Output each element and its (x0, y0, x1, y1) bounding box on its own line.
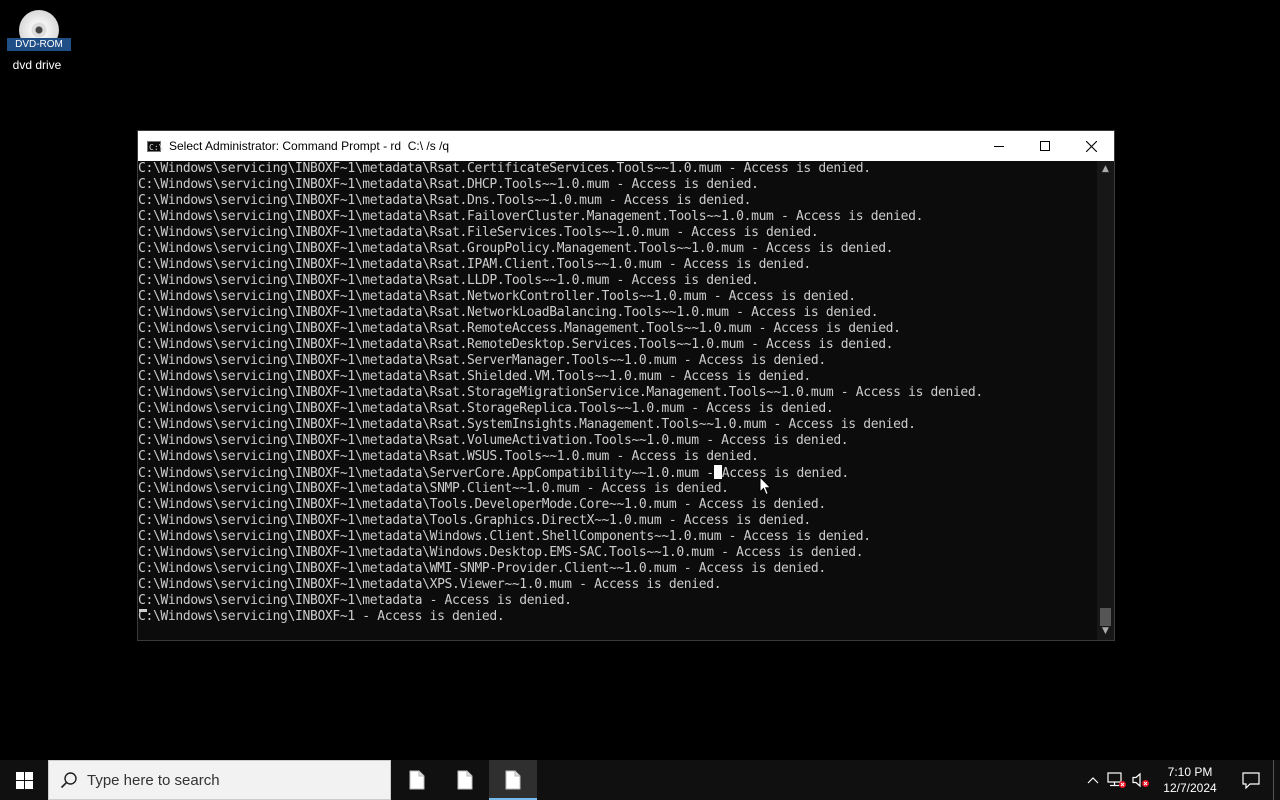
action-center-button[interactable] (1229, 760, 1273, 800)
command-prompt-window[interactable]: C:\ Select Administrator: Command Prompt… (137, 130, 1115, 641)
console-line: C:\Windows\servicing\INBOXF~1\metadata\R… (138, 369, 811, 384)
console-line: C:\Windows\servicing\INBOXF~1\metadata\R… (138, 321, 901, 336)
taskbar-search-box[interactable]: Type here to search (48, 760, 391, 800)
console-line: C:\Windows\servicing\INBOXF~1\metadata\R… (138, 225, 819, 240)
console-line: C:\Windows\servicing\INBOXF~1\metadata\R… (138, 161, 871, 176)
console-output[interactable]: C:\Windows\servicing\INBOXF~1\metadata\R… (138, 161, 1097, 640)
taskbar-app-3-active[interactable] (489, 760, 537, 800)
console-line: C:\Windows\servicing\INBOXF~1\metadata\R… (138, 433, 849, 448)
volume-muted-icon (1132, 772, 1149, 788)
scroll-up-arrow-icon[interactable]: ▲ (1097, 161, 1114, 178)
windows-logo-icon (15, 771, 33, 789)
volume-button[interactable] (1129, 760, 1153, 800)
file-app-icon (457, 770, 473, 790)
console-line: C:\Windows\servicing\INBOXF~1\metadata\R… (138, 289, 856, 304)
network-disconnected-icon (1107, 772, 1126, 788)
console-line: C:\Windows\servicing\INBOXF~1\metadata\R… (138, 337, 894, 352)
start-button[interactable] (0, 760, 48, 800)
console-line: C:\Windows\servicing\INBOXF~1\metadata\R… (138, 177, 759, 192)
console-line: C:\Windows\servicing\INBOXF~1\metadata\W… (138, 529, 871, 544)
selection-block (713, 465, 722, 479)
maximize-icon (1040, 141, 1050, 151)
console-line: C:\Windows\servicing\INBOXF~1\metadata\R… (138, 305, 879, 320)
console-line: C:\Windows\servicing\INBOXF~1\metadata\R… (138, 273, 759, 288)
file-app-icon (409, 770, 425, 790)
console-line: C:\Windows\servicing\INBOXF~1\metadata\X… (138, 577, 722, 592)
taskbar-app-1[interactable] (393, 760, 441, 800)
console-line: C:\Windows\servicing\INBOXF~1\metadata\R… (138, 417, 916, 432)
console-line: C:\Windows\servicing\INBOXF~1\metadata\R… (138, 449, 759, 464)
window-titlebar[interactable]: C:\ Select Administrator: Command Prompt… (138, 131, 1114, 161)
minimize-button[interactable] (976, 131, 1022, 161)
console-app-icon: C:\ (147, 140, 164, 152)
dvd-drive-icon: DVD-ROM (7, 8, 71, 51)
taskbar-clock[interactable]: 7:10 PM 12/7/2024 (1157, 764, 1223, 796)
vertical-scrollbar[interactable]: ▲ ▼ (1097, 161, 1114, 640)
console-line: C:\Windows\servicing\INBOXF~1\metadata -… (138, 593, 572, 608)
console-line: C:\Windows\servicing\INBOXF~1\metadata\T… (138, 497, 826, 512)
system-tray: 7:10 PM 12/7/2024 (1081, 760, 1280, 800)
console-line: C:\Windows\servicing\INBOXF~1\metadata\R… (138, 353, 826, 368)
console-line: C:\Windows\servicing\INBOXF~1\metadata\S… (138, 465, 849, 481)
console-line: C:\Windows\servicing\INBOXF~1\metadata\R… (138, 257, 811, 272)
chevron-up-icon (1087, 777, 1099, 784)
desktop-icon-label: dvd drive (12, 58, 62, 72)
minimize-icon (994, 146, 1004, 147)
file-app-icon (505, 770, 521, 790)
show-hidden-icons-button[interactable] (1081, 760, 1105, 800)
console-line: C:\Windows\servicing\INBOXF~1\metadata\R… (138, 209, 924, 224)
desktop-icon-dvd-drive[interactable]: DVD-ROM dvd drive (4, 8, 71, 72)
taskbar: Type here to search 7:10 PM 12/7/2024 (0, 760, 1280, 800)
console-line: C:\Windows\servicing\INBOXF~1\metadata\R… (138, 193, 752, 208)
text-cursor (139, 609, 147, 612)
window-title: Select Administrator: Command Prompt - r… (169, 139, 450, 153)
console-line: C:\Windows\servicing\INBOXF~1\metadata\R… (138, 401, 834, 416)
console-line: C:\Windows\servicing\INBOXF~1\metadata\R… (138, 385, 983, 400)
console-line: C:\Windows\servicing\INBOXF~1 - Access i… (138, 609, 505, 624)
close-icon (1085, 140, 1097, 152)
taskbar-app-2[interactable] (441, 760, 489, 800)
search-placeholder: Type here to search (87, 771, 220, 789)
console-line: C:\Windows\servicing\INBOXF~1\metadata\R… (138, 241, 894, 256)
clock-date: 12/7/2024 (1163, 781, 1217, 795)
scroll-down-arrow-icon[interactable]: ▼ (1097, 623, 1114, 640)
clock-time: 7:10 PM (1167, 765, 1213, 779)
console-line: C:\Windows\servicing\INBOXF~1\metadata\T… (138, 513, 811, 528)
network-button[interactable] (1105, 760, 1129, 800)
drive-badge: DVD-ROM (7, 38, 71, 51)
show-desktop-button[interactable] (1273, 760, 1280, 800)
close-button[interactable] (1068, 131, 1114, 161)
console-line: C:\Windows\servicing\INBOXF~1\metadata\W… (138, 561, 826, 576)
console-line: C:\Windows\servicing\INBOXF~1\metadata\S… (138, 481, 729, 496)
maximize-button[interactable] (1022, 131, 1068, 161)
search-icon (60, 772, 77, 789)
notification-icon (1242, 771, 1260, 789)
console-line: C:\Windows\servicing\INBOXF~1\metadata\W… (138, 545, 864, 560)
mouse-pointer-icon (759, 476, 772, 496)
